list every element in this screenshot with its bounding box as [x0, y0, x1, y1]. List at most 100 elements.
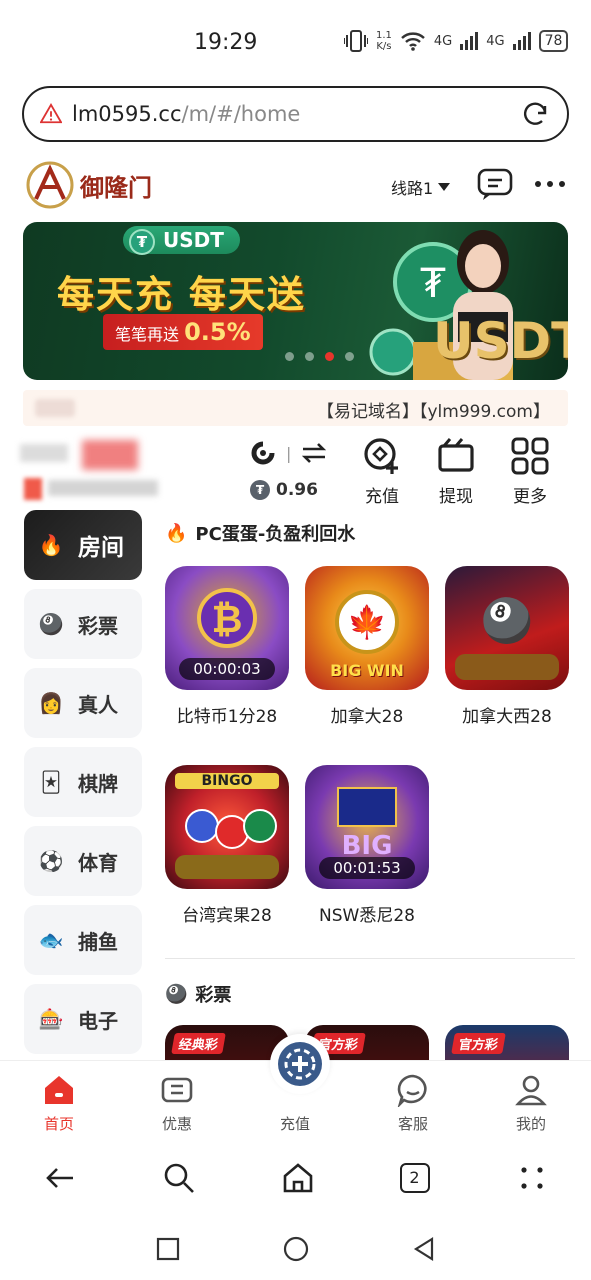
ball-icon — [243, 809, 277, 843]
network-type-2: 4G — [486, 33, 505, 49]
signal-icon-2 — [512, 32, 531, 50]
route-selector[interactable]: 线路1 — [391, 175, 451, 199]
more-menu-button[interactable] — [535, 181, 565, 187]
ticket-icon — [161, 1077, 193, 1103]
nav-home[interactable]: 首页 — [0, 1061, 118, 1138]
recents-square-icon[interactable] — [154, 1235, 182, 1263]
category-sidebar: 🔥 房间 🎱 彩票 👩 真人 🃏 棋牌 ⚽ 体育 🐟 捕鱼 🎰 电子 — [24, 510, 142, 1063]
nav-promotions[interactable]: 优惠 — [118, 1061, 236, 1138]
status-icons: 1.1 K/s 4G 4G 78 — [344, 30, 569, 52]
game-name: 比特币1分28 — [176, 707, 278, 727]
user-info-blurred — [20, 440, 158, 500]
sidebar-item-room[interactable]: 🔥 房间 — [24, 510, 142, 580]
usdt-pill: ₮ USDT — [123, 226, 240, 255]
game-art-nsw-sydney: BIG 00:01:53 — [305, 765, 429, 889]
site-logo[interactable]: 御隆门 — [24, 159, 152, 211]
sidebar-item-live[interactable]: 👩 真人 — [24, 668, 142, 738]
game-card[interactable]: BIG 00:01:53 NSW悉尼28 — [305, 765, 429, 948]
lottery-card[interactable]: 官方彩 — [445, 1025, 569, 1060]
battery-indicator: 78 — [538, 30, 569, 52]
game-card[interactable]: ₿ 00:00:03 比特币1分28 — [165, 566, 289, 749]
home-circle-icon[interactable] — [282, 1235, 310, 1263]
deposit-chip-button[interactable] — [270, 1034, 330, 1094]
cards-icon: 🃏 — [40, 770, 62, 794]
back-arrow-icon[interactable] — [43, 1161, 77, 1195]
menu-dots-icon[interactable] — [515, 1161, 549, 1195]
message-icon[interactable] — [477, 168, 513, 202]
network-speed: 1.1 K/s — [376, 30, 392, 52]
game-name: 加拿大28 — [330, 707, 404, 727]
soccer-ball-icon: ⚽ — [38, 849, 64, 873]
section-title-pc28: 🔥 PC蛋蛋-负盈利回水 — [165, 522, 356, 546]
dragon-logo-icon — [26, 161, 74, 209]
home-outline-icon[interactable] — [281, 1161, 315, 1195]
sidebar-item-fishing[interactable]: 🐟 捕鱼 — [24, 905, 142, 975]
network-type-1: 4G — [433, 33, 453, 49]
status-time: 19:29 — [194, 30, 258, 55]
game-art-canada: 🍁 BIG WIN — [305, 566, 429, 690]
withdraw-button[interactable]: 提现 — [432, 436, 480, 507]
game-card[interactable]: BINGO 台湾宾果28 — [165, 765, 289, 948]
lottery-tag: 经典彩 — [171, 1033, 226, 1054]
game-name: 台湾宾果28 — [182, 906, 272, 926]
game-art-taiwan-bingo: BINGO — [165, 765, 289, 889]
deposit-button[interactable]: 充值 — [358, 436, 406, 507]
sidebar-item-cards[interactable]: 🃏 棋牌 — [24, 747, 142, 817]
game-label-plate — [175, 855, 279, 879]
nav-profile[interactable]: 我的 — [472, 1061, 590, 1138]
caret-down-icon — [438, 183, 451, 191]
dealer-icon: 👩 — [38, 691, 64, 715]
australia-flag-icon — [337, 787, 397, 827]
fire-icon: 🔥 — [38, 533, 64, 557]
game-name: NSW悉尼28 — [319, 906, 415, 926]
system-nav — [0, 1218, 591, 1280]
ball-icon — [185, 809, 219, 843]
game-card[interactable]: 🎱 加拿大西28 — [445, 566, 569, 749]
banner-headline: 每天充 每天送 — [57, 273, 306, 316]
nav-support[interactable]: 客服 — [354, 1061, 472, 1138]
fish-icon: 🐟 — [38, 928, 64, 952]
tether-icon: ₮ — [129, 229, 155, 255]
swap-icon[interactable] — [301, 441, 327, 465]
signal-icon — [460, 32, 479, 50]
sidebar-item-slots[interactable]: 🎰 电子 — [24, 984, 142, 1054]
quick-actions: 充值 提现 更多 — [358, 436, 554, 507]
wallet-balance: | ₮ 0.96 — [250, 440, 327, 500]
carousel-dots[interactable] — [285, 352, 354, 361]
game-card[interactable]: 🍁 BIG WIN 加拿大28 — [305, 566, 429, 749]
promo-banner[interactable]: ₮USDT 每天充 每天送 笔笔再送 0.5% ₮ USDT — [23, 222, 568, 380]
lottery-grid: 经典彩 官方彩 官方彩 — [165, 1025, 575, 1060]
banner-subline: 笔笔再送 0.5% — [103, 314, 263, 350]
sidebar-item-lottery[interactable]: 🎱 彩票 — [24, 589, 142, 659]
more-button[interactable]: 更多 — [506, 436, 554, 507]
wifi-icon — [401, 32, 425, 51]
refresh-balance-icon[interactable] — [250, 440, 276, 466]
url-text[interactable]: lm0595.cc/m/#/home — [72, 102, 521, 126]
chat-bubble-icon — [397, 1074, 427, 1107]
vibrate-icon — [344, 30, 368, 52]
big-win-label: BIG WIN — [330, 661, 404, 680]
separator: | — [286, 443, 292, 463]
back-triangle-icon[interactable] — [410, 1235, 438, 1263]
banner-usdt-text: USDT — [433, 312, 568, 370]
logo-text: 御隆门 — [80, 172, 152, 202]
search-icon[interactable] — [162, 1161, 196, 1195]
notice-icon — [35, 399, 75, 417]
address-bar[interactable]: lm0595.cc/m/#/home — [22, 86, 569, 142]
warning-icon[interactable] — [40, 103, 62, 125]
notice-marquee[interactable]: 【易记域名】【ylm999.com】 — [23, 390, 568, 426]
game-timer: 00:01:53 — [319, 857, 415, 879]
user-icon — [515, 1075, 547, 1106]
reload-icon[interactable] — [521, 99, 551, 129]
tabs-button[interactable]: 2 — [399, 1163, 430, 1193]
section-divider — [165, 958, 575, 959]
home-icon — [45, 1076, 73, 1104]
bingo-label: BINGO — [175, 773, 279, 789]
slot-machine-icon: 🎰 — [38, 1007, 64, 1031]
bitcoin-icon: ₿ — [197, 588, 257, 648]
status-bar: 19:29 1.1 K/s 4G 4G 78 — [0, 0, 591, 80]
grid-icon — [511, 437, 549, 475]
sidebar-item-sports[interactable]: ⚽ 体育 — [24, 826, 142, 896]
lottery-balls-icon: 🎱 — [38, 612, 64, 636]
site-header: 御隆门 线路1 — [0, 155, 591, 219]
